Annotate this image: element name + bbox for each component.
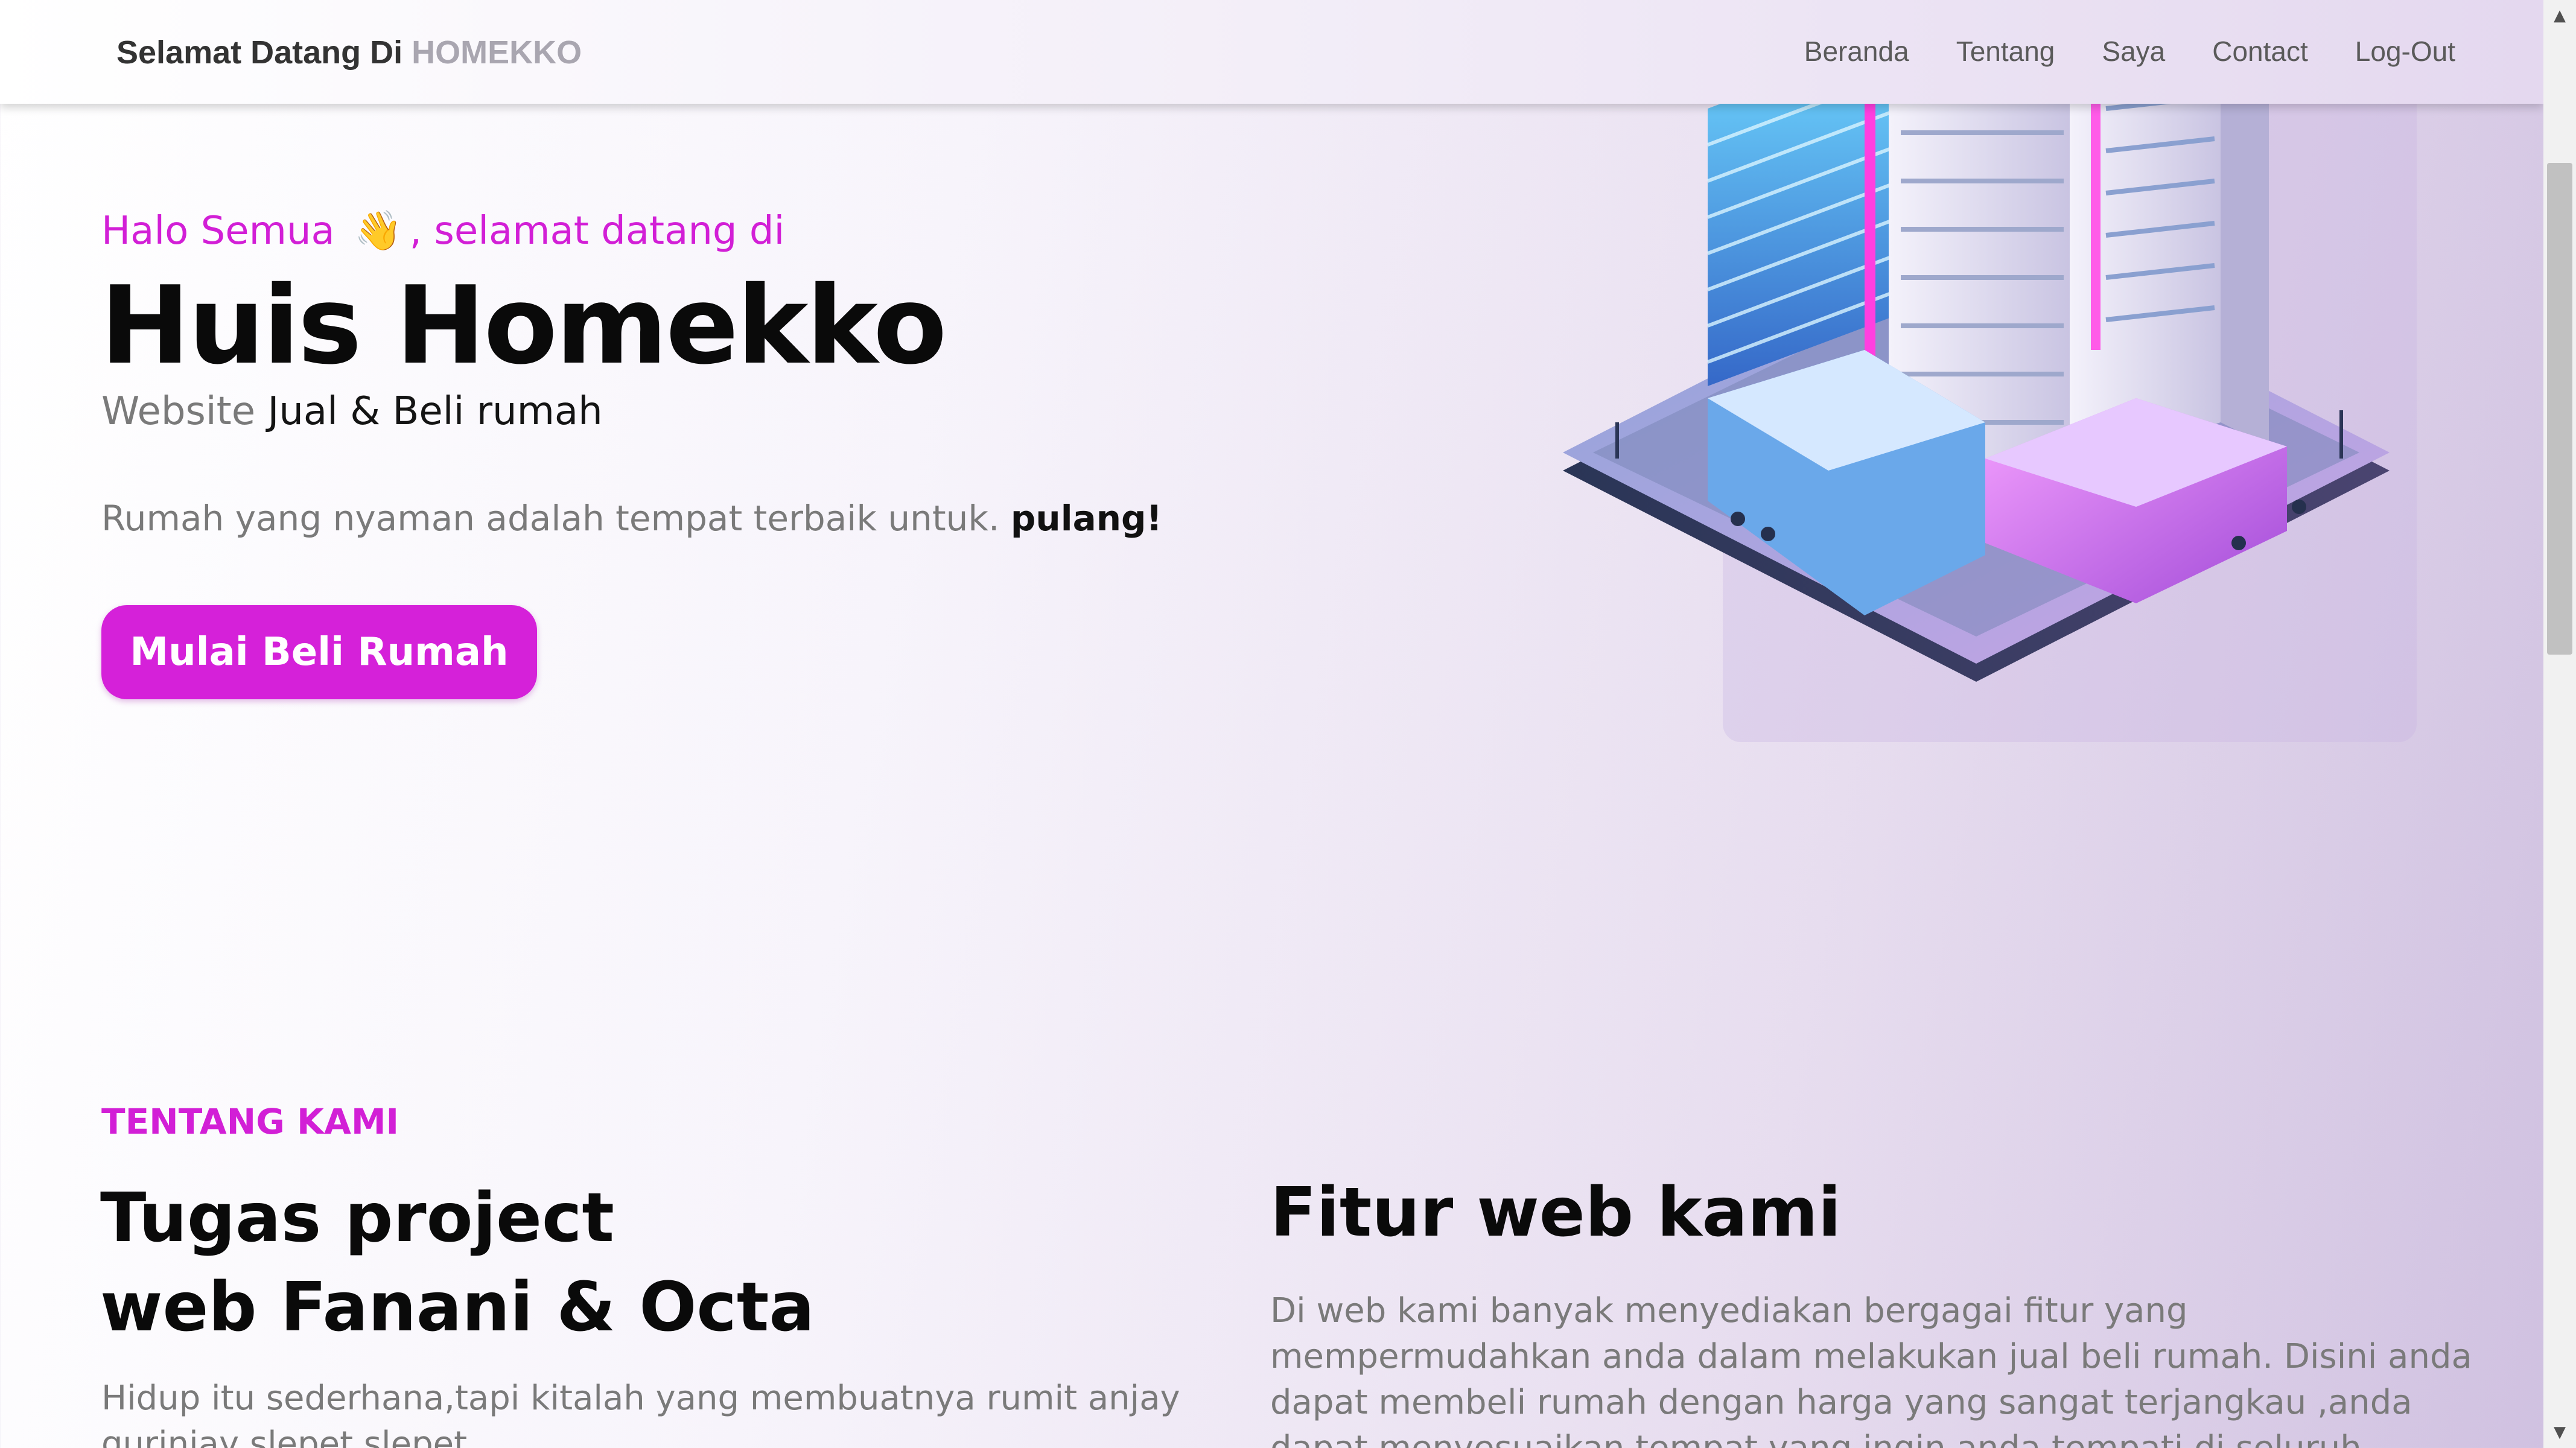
about-title-line2: web Fanani & Octa <box>100 1268 815 1347</box>
brand-logo[interactable]: Selamat Datang Di HOMEKKO <box>116 34 582 71</box>
features-title: Fitur web kami <box>1270 1173 1842 1252</box>
hero-description: Rumah yang nyaman adalah tempat terbaik … <box>101 498 1162 539</box>
about-section-label: TENTANG KAMI <box>101 1101 399 1142</box>
hero-greeting: Halo Semua 👋, selamat datang di <box>101 208 784 253</box>
chevron-down-icon[interactable]: ▼ <box>2543 1420 2576 1444</box>
hero-subtitle-muted: Website <box>101 389 256 434</box>
waving-hand-icon: 👋 <box>354 209 402 253</box>
scrollbar-thumb[interactable] <box>2547 163 2572 655</box>
nav-link-tentang[interactable]: Tentang <box>1956 35 2055 68</box>
nav-link-logout[interactable]: Log-Out <box>2355 35 2455 68</box>
about-title: Tugas project web Fanani & Octa <box>100 1173 815 1352</box>
greeting-text-start: Halo Semua <box>101 209 335 253</box>
about-description: Hidup itu sederhana,tapi kitalah yang me… <box>101 1379 1180 1448</box>
greeting-text-end: , selamat datang di <box>409 209 785 253</box>
building-illustration <box>1563 84 2390 682</box>
navbar: Selamat Datang Di HOMEKKO Beranda Tentan… <box>0 0 2543 104</box>
chevron-up-icon[interactable]: ▲ <box>2543 4 2576 28</box>
nav-link-beranda[interactable]: Beranda <box>1804 35 1909 68</box>
vertical-scrollbar[interactable]: ▲ ▼ <box>2543 0 2576 1448</box>
brand-prefix: Selamat Datang Di <box>116 34 403 71</box>
nav-links: Beranda Tentang Saya Contact Log-Out <box>1804 35 2455 68</box>
nav-link-contact[interactable]: Contact <box>2212 35 2308 68</box>
hero-description-text: Rumah yang nyaman adalah tempat terbaik … <box>101 498 1000 539</box>
hero-title: Huis Homekko <box>100 263 947 388</box>
hero-subtitle: Website Jual & Beli rumah <box>101 389 603 434</box>
hero-description-bold: pulang! <box>1010 498 1162 539</box>
brand-name: HOMEKKO <box>412 34 582 71</box>
about-title-line1: Tugas project <box>100 1179 614 1257</box>
nav-link-saya[interactable]: Saya <box>2102 35 2165 68</box>
hero-subtitle-rest: Jual & Beli rumah <box>267 389 603 434</box>
buy-house-button[interactable]: Mulai Beli Rumah <box>101 605 537 699</box>
features-description: Di web kami banyak menyediakan bergagai … <box>1270 1291 2472 1448</box>
